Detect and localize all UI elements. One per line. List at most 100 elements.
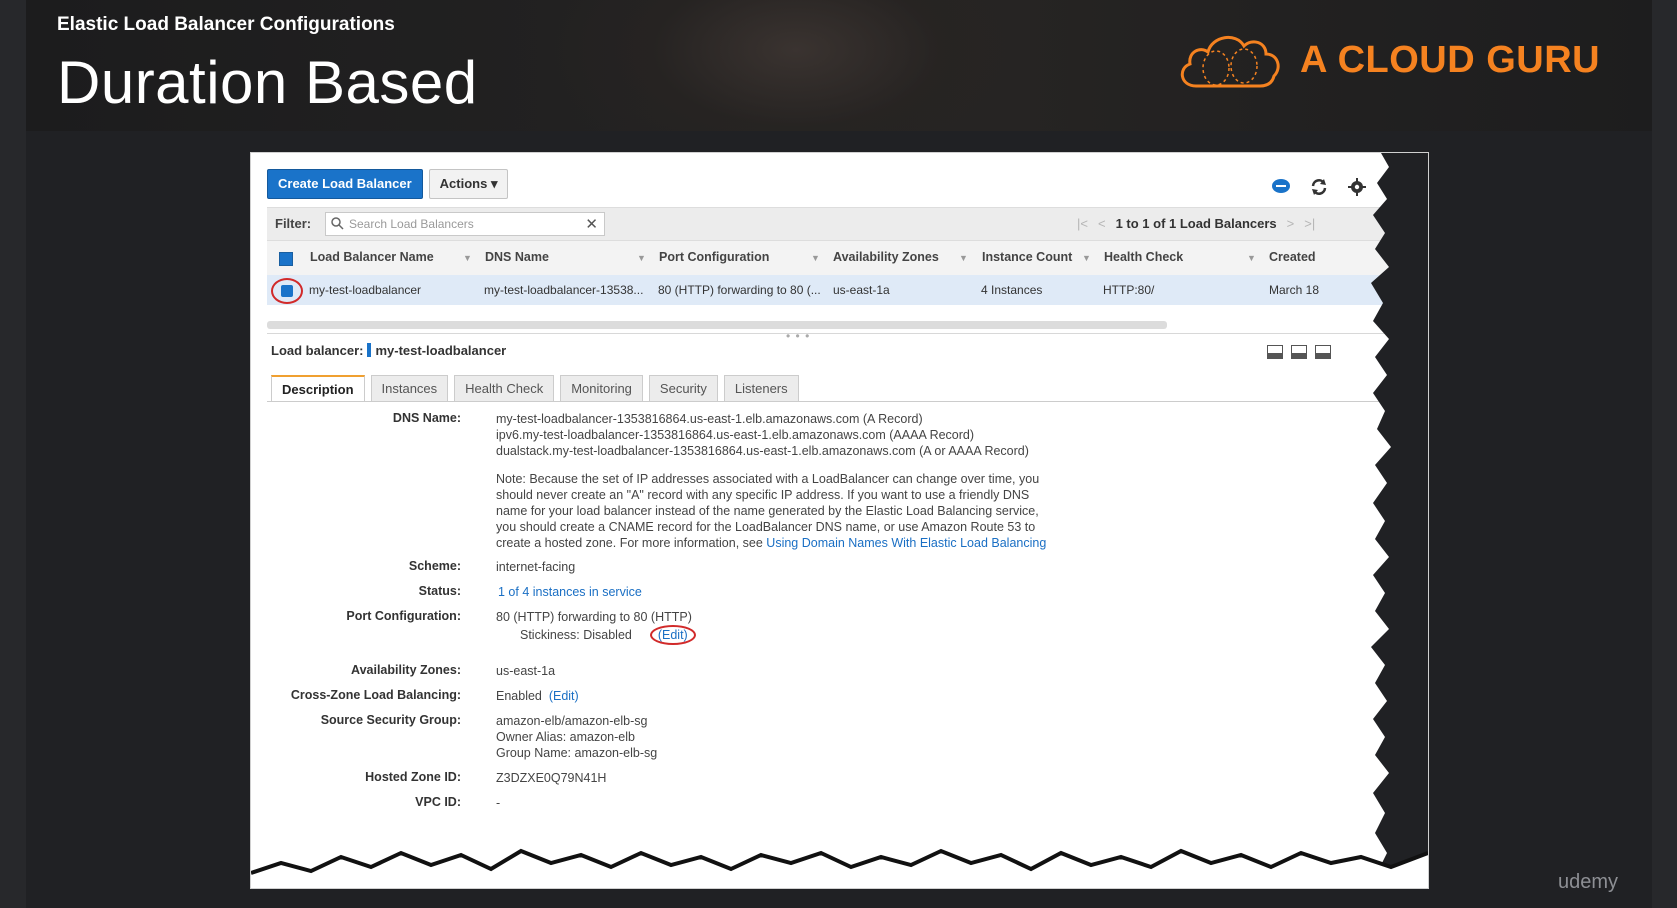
note-line: you should create a CNAME record for the… (496, 520, 1036, 534)
cell-count: 4 Instances (981, 283, 1043, 297)
slide-subtitle: Elastic Load Balancer Configurations (57, 14, 395, 35)
search-placeholder: Search Load Balancers (349, 217, 474, 231)
torn-edge-right (1371, 153, 1428, 888)
create-load-balancer-button[interactable]: Create Load Balancer (267, 169, 423, 199)
edit-cross-zone-link[interactable]: (Edit) (549, 689, 579, 703)
layout-full-icon[interactable] (1315, 345, 1331, 359)
status-label: Status: (418, 584, 461, 598)
sg-line: Group Name: amazon-elb-sg (496, 746, 658, 760)
splitter-handle[interactable]: • • • (786, 329, 810, 343)
pagination: |< < 1 to 1 of 1 Load Balancers > >| (1077, 216, 1315, 231)
detail-title-prefix: Load balancer: (271, 343, 364, 358)
sg-line: amazon-elb/amazon-elb-sg (496, 714, 648, 728)
torn-edge-bottom (251, 848, 1428, 888)
tab-health-check[interactable]: Health Check (454, 375, 555, 402)
row-select-radio[interactable] (271, 278, 303, 304)
cross-zone-label: Cross-Zone Load Balancing: (290, 688, 461, 702)
security-group-label: Source Security Group: (320, 713, 461, 727)
sort-icon[interactable]: ▼ (1082, 253, 1091, 263)
col-header-dns[interactable]: DNS Name (485, 250, 549, 264)
sort-icon[interactable]: ▼ (637, 253, 646, 263)
sg-line: Owner Alias: amazon-elb (496, 730, 635, 744)
udemy-watermark: udemy (1557, 871, 1618, 893)
actions-dropdown[interactable]: Actions ▾ (428, 169, 509, 199)
zones-label: Availability Zones: (351, 663, 461, 677)
hosted-zone-label: Hosted Zone ID: (365, 770, 461, 784)
note-line: Note: Because the set of IP addresses as… (496, 472, 1040, 486)
col-header-zones[interactable]: Availability Zones (833, 250, 939, 264)
prev-page-icon[interactable]: < (1098, 216, 1106, 231)
first-page-icon[interactable]: |< (1077, 216, 1088, 231)
detail-title: Load balancer: my-test-loadbalancer (271, 343, 506, 358)
note-line: name for your load balancer instead of t… (496, 504, 1039, 518)
col-header-name[interactable]: Load Balancer Name (310, 250, 434, 264)
slide-banner: Elastic Load Balancer Configurations Dur… (26, 0, 1652, 131)
brand-logo: A CLOUD GURU (1174, 28, 1600, 92)
col-header-created[interactable]: Created (1269, 250, 1316, 264)
aws-console-screenshot: Create Load Balancer Actions ▾ ? Filter: (250, 152, 1429, 889)
brand-name: A CLOUD GURU (1300, 38, 1601, 81)
port-config-label: Port Configuration: (346, 609, 461, 623)
col-header-port[interactable]: Port Configuration (659, 250, 769, 264)
col-header-health[interactable]: Health Check (1104, 250, 1183, 264)
tab-underline (267, 401, 1409, 402)
tab-description[interactable]: Description (271, 375, 365, 402)
clear-search-icon[interactable]: ✕ (585, 215, 598, 233)
sort-icon[interactable]: ▼ (811, 253, 820, 263)
edit-stickiness-link[interactable]: (Edit) (658, 628, 688, 642)
layout-bottom-icon[interactable] (1267, 345, 1283, 359)
tab-security[interactable]: Security (648, 375, 718, 402)
chat-icon[interactable] (1271, 177, 1291, 197)
port-forwarding: 80 (HTTP) forwarding to 80 (HTTP) (496, 610, 692, 624)
sort-icon[interactable]: ▼ (959, 253, 968, 263)
detail-tabs: Description Instances Health Check Monit… (271, 375, 799, 402)
cell-health: HTTP:80/ (1103, 283, 1155, 297)
next-page-icon[interactable]: > (1287, 216, 1295, 231)
domain-names-link[interactable]: Using Domain Names With Elastic Load Bal… (766, 536, 1046, 550)
scheme-value: internet-facing (496, 560, 576, 574)
port-config-value: 80 (HTTP) forwarding to 80 (HTTP) Sticki… (496, 609, 696, 645)
cell-port: 80 (HTTP) forwarding to 80 (... (658, 283, 821, 297)
layout-split-icon[interactable] (1291, 345, 1307, 359)
cell-created: March 18 (1269, 283, 1320, 297)
cross-zone-value: Enabled (Edit) (496, 688, 579, 704)
sort-icon[interactable]: ▼ (463, 253, 472, 263)
cross-zone-status: Enabled (496, 689, 542, 703)
security-group-value: amazon-elb/amazon-elb-sg Owner Alias: am… (496, 713, 657, 761)
note-line: create a hosted zone. For more informati… (496, 536, 763, 550)
pagination-text: 1 to 1 of 1 Load Balancers (1115, 216, 1277, 231)
cell-dns: my-test-loadbalancer-13538... (484, 283, 644, 297)
dns-label: DNS Name: (392, 411, 461, 425)
horizontal-scrollbar[interactable] (267, 321, 1167, 329)
scheme-label: Scheme: (408, 559, 461, 573)
tab-listeners[interactable]: Listeners (723, 375, 799, 402)
filter-label: Filter: (275, 216, 312, 231)
tab-monitoring[interactable]: Monitoring (560, 375, 643, 402)
detail-title-name: my-test-loadbalancer (375, 343, 507, 358)
dns-values: my-test-loadbalancer-1353816864.us-east-… (496, 411, 1029, 459)
dns-a-record: my-test-loadbalancer-1353816864.us-east-… (496, 412, 923, 426)
panel-splitter[interactable] (267, 333, 1409, 334)
panel-layout-icons (1267, 345, 1331, 359)
stickiness-value: Stickiness: Disabled (520, 628, 632, 642)
dns-dualstack-record: dualstack.my-test-loadbalancer-135381686… (496, 444, 1029, 458)
refresh-icon[interactable] (1309, 177, 1329, 197)
dns-aaaa-record: ipv6.my-test-loadbalancer-1353816864.us-… (496, 428, 975, 442)
select-all-checkbox[interactable] (279, 252, 293, 266)
table-row[interactable]: my-test-loadbalancer my-test-loadbalance… (267, 275, 1409, 305)
note-line: should never create an "A" record with a… (496, 488, 1030, 502)
col-header-count[interactable]: Instance Count (982, 250, 1072, 264)
toolbar: Create Load Balancer Actions ▾ (267, 169, 509, 199)
tab-instances[interactable]: Instances (370, 375, 449, 402)
cloud-logo-icon (1180, 36, 1280, 88)
search-icon (331, 217, 344, 235)
search-input[interactable]: Search Load Balancers ✕ (325, 212, 605, 236)
cell-zones: us-east-1a (833, 283, 890, 297)
cell-name: my-test-loadbalancer (309, 283, 422, 297)
status-link[interactable]: 1 of 4 instances in service (498, 584, 642, 600)
last-page-icon[interactable]: >| (1304, 216, 1315, 231)
dns-note: Note: Because the set of IP addresses as… (496, 471, 1046, 551)
sort-icon[interactable]: ▼ (1247, 253, 1256, 263)
vpc-label: VPC ID: (415, 795, 461, 809)
hosted-zone-value: Z3DZXE0Q79N41H (496, 771, 607, 785)
